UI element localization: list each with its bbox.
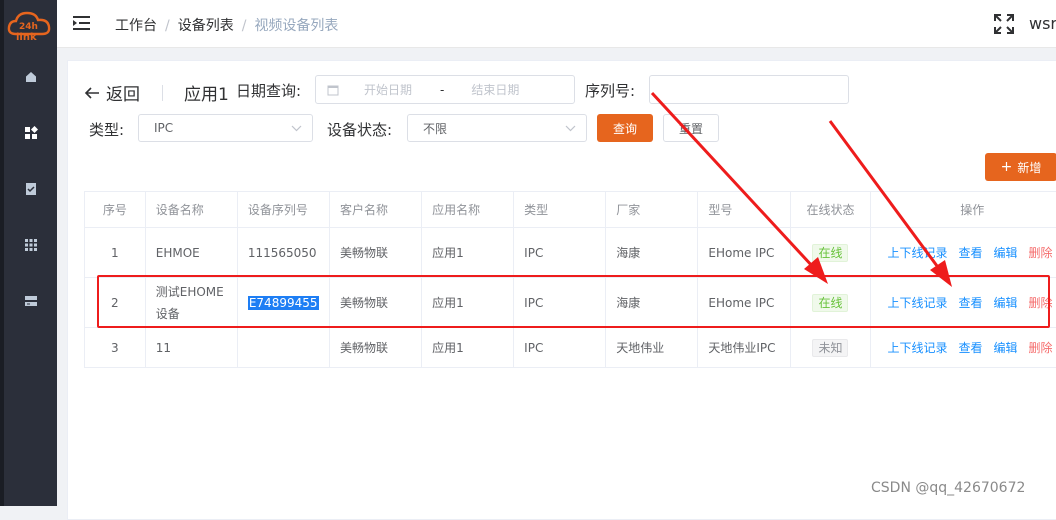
annotation-arrow <box>652 93 828 284</box>
watermark: CSDN @qq_42670672 <box>871 480 1025 496</box>
annotation-arrows <box>0 0 1056 506</box>
annotation-arrow <box>830 121 952 287</box>
